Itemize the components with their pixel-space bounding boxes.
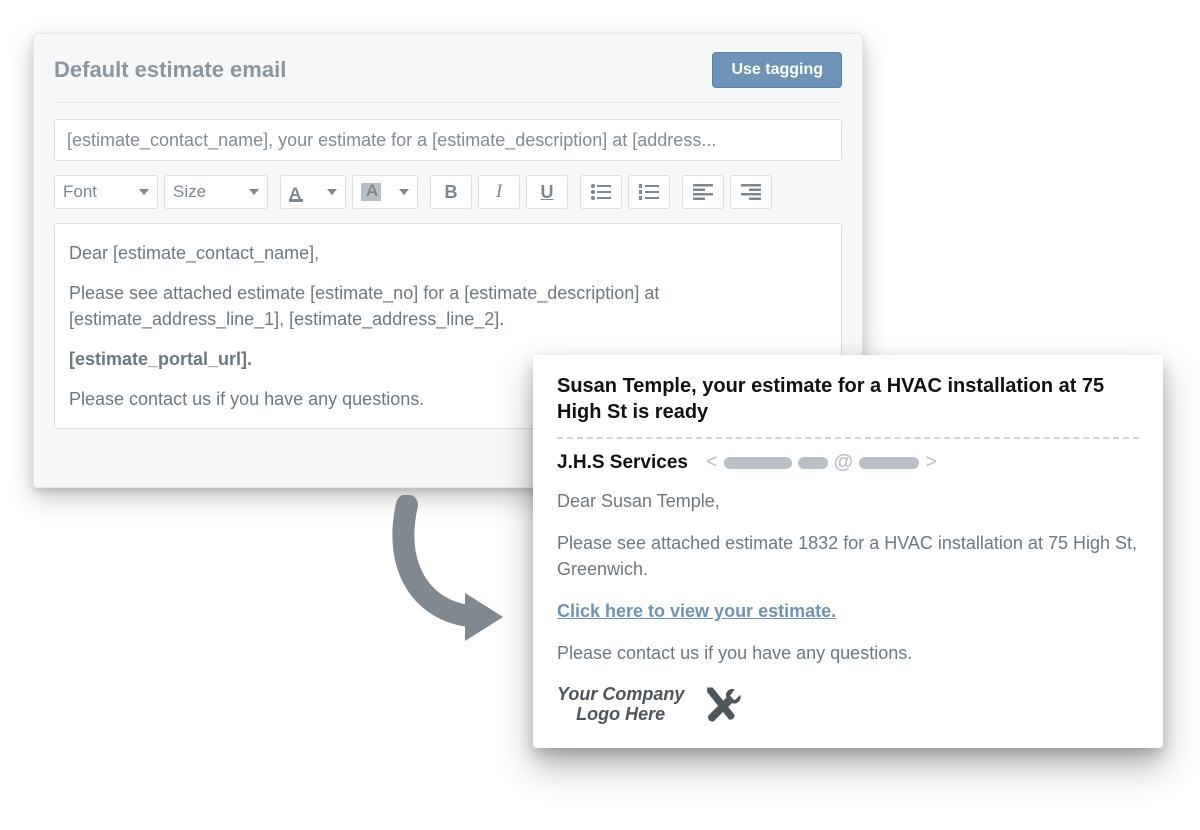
underline-icon: U bbox=[541, 182, 554, 203]
bold-button[interactable]: B bbox=[430, 175, 472, 209]
highlight-color-icon: A bbox=[361, 182, 381, 202]
rich-text-toolbar: Font Size A A bbox=[54, 175, 842, 209]
align-right-button[interactable] bbox=[730, 175, 772, 209]
body-greeting: Dear [estimate_contact_name], bbox=[69, 240, 827, 266]
font-size-select[interactable]: Size bbox=[164, 175, 268, 209]
font-family-select[interactable]: Font bbox=[54, 175, 158, 209]
divider bbox=[557, 437, 1139, 439]
font-family-label: Font bbox=[63, 182, 97, 202]
company-logo-placeholder: Your Company Logo Here bbox=[557, 682, 1139, 726]
text-color-button[interactable]: A bbox=[280, 175, 346, 209]
logo-placeholder-text: Your Company Logo Here bbox=[557, 684, 684, 725]
align-right-icon bbox=[741, 184, 761, 200]
preview-subject: Susan Temple, your estimate for a HVAC i… bbox=[557, 373, 1139, 425]
preview-from-email-placeholder: < @ > bbox=[706, 451, 937, 474]
preview-paragraph: Please see attached estimate 1832 for a … bbox=[557, 530, 1139, 582]
bullet-list-button[interactable] bbox=[580, 175, 622, 209]
wrench-screwdriver-icon bbox=[698, 682, 742, 726]
editor-title: Default estimate email bbox=[54, 57, 286, 83]
underline-button[interactable]: U bbox=[526, 175, 568, 209]
italic-button[interactable]: I bbox=[478, 175, 520, 209]
preview-closing: Please contact us if you have any questi… bbox=[557, 640, 1139, 666]
align-left-button[interactable] bbox=[682, 175, 724, 209]
text-color-icon: A bbox=[289, 183, 303, 202]
bold-icon: B bbox=[445, 182, 458, 203]
italic-icon: I bbox=[496, 181, 502, 203]
email-preview-panel: Susan Temple, your estimate for a HVAC i… bbox=[533, 355, 1163, 748]
chevron-down-icon bbox=[399, 189, 409, 195]
align-left-icon bbox=[693, 184, 713, 200]
logo-text-line: Logo Here bbox=[576, 704, 665, 724]
toolbar-group-align bbox=[682, 175, 772, 209]
view-estimate-link[interactable]: Click here to view your estimate. bbox=[557, 601, 836, 621]
arrow-icon bbox=[375, 495, 515, 645]
numbered-list-icon bbox=[639, 184, 659, 200]
toolbar-group-style: B I U bbox=[430, 175, 568, 209]
toolbar-group-font: Font Size bbox=[54, 175, 268, 209]
chevron-down-icon bbox=[139, 189, 149, 195]
highlight-color-button[interactable]: A bbox=[352, 175, 418, 209]
font-size-label: Size bbox=[173, 182, 206, 202]
preview-from-row: J.H.S Services < @ > bbox=[557, 451, 1139, 474]
preview-body: Dear Susan Temple, Please see attached e… bbox=[557, 488, 1139, 666]
chevron-down-icon bbox=[249, 189, 259, 195]
editor-header: Default estimate email Use tagging bbox=[54, 52, 842, 103]
toolbar-group-color: A A bbox=[280, 175, 418, 209]
logo-text-line: Your Company bbox=[557, 684, 684, 704]
redacted-text bbox=[724, 457, 792, 469]
body-paragraph: Please see attached estimate [estimate_n… bbox=[69, 280, 827, 332]
subject-input[interactable] bbox=[54, 119, 842, 161]
preview-greeting: Dear Susan Temple, bbox=[557, 488, 1139, 514]
redacted-text bbox=[859, 457, 919, 469]
preview-from-name: J.H.S Services bbox=[557, 452, 688, 474]
toolbar-group-list bbox=[580, 175, 670, 209]
bullet-list-icon bbox=[591, 184, 611, 200]
use-tagging-button[interactable]: Use tagging bbox=[712, 52, 842, 88]
numbered-list-button[interactable] bbox=[628, 175, 670, 209]
chevron-down-icon bbox=[327, 189, 337, 195]
redacted-text bbox=[798, 457, 828, 469]
